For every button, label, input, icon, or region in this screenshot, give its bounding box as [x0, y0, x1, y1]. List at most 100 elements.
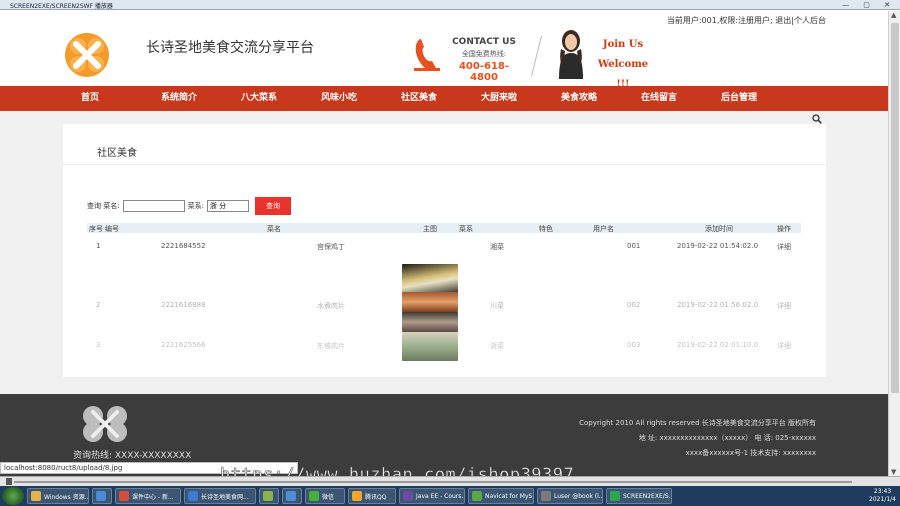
taskbar-item[interactable]: Windows 资源...	[27, 488, 89, 504]
col-user: 用户名	[593, 225, 614, 233]
row-time: 2019-02-22 01:56:02.0	[677, 301, 759, 309]
query-name-label: 查询 菜名:	[87, 202, 120, 210]
taskbar-item[interactable]: 课件中心 - 新...	[115, 488, 181, 504]
nav-messages[interactable]: 在线留言	[622, 86, 702, 111]
taskbar-app-icon	[119, 491, 129, 501]
taskbar-app-icon	[352, 491, 362, 501]
taskbar-app-icon	[286, 491, 296, 501]
taskbar-item[interactable]: 微信	[305, 488, 345, 504]
row-user: 003	[627, 341, 641, 349]
taskbar-item[interactable]: 长诗圣地美食网...	[184, 488, 256, 504]
taskbar-app-icon	[541, 491, 551, 501]
taskbar-item[interactable]	[92, 488, 112, 504]
clock-time: 23:43	[873, 488, 892, 495]
col-time: 添加时间	[705, 225, 733, 233]
seek-knob[interactable]	[6, 478, 12, 485]
hotline-number: 400-618-4800	[458, 61, 510, 83]
col-image: 主图	[423, 225, 437, 233]
nav-snacks[interactable]: 风味小吃	[302, 86, 382, 111]
row-time: 2019-02-22 02:01:10.0	[677, 341, 759, 349]
row-cuisine: 浙菜	[490, 342, 504, 350]
row-idx: 1	[96, 242, 101, 250]
footer-phone: 资询热线: XXXX-XXXXXXXX	[73, 451, 192, 461]
nav-community[interactable]: 社区美食	[382, 86, 462, 111]
col-op: 操作	[777, 225, 791, 233]
row-name: 宫保鸡丁	[317, 243, 345, 251]
query-button[interactable]: 查询	[254, 197, 291, 215]
taskbar-app-icon	[610, 491, 620, 501]
vertical-scrollbar[interactable]: ▲ ▼	[888, 11, 900, 476]
panel-title: 社区美食	[97, 148, 137, 159]
contact-block: CONTACT US 全国免费热线: 400-618-4800	[448, 37, 520, 83]
nav-home[interactable]: 首页	[62, 86, 142, 111]
row-code: 2221616888	[161, 301, 206, 309]
scroll-up-icon[interactable]: ▲	[891, 11, 896, 19]
row-detail-link[interactable]: 详细	[777, 242, 791, 252]
taskbar-item[interactable]: 腾讯QQ	[348, 488, 396, 504]
scroll-thumb[interactable]	[891, 23, 899, 393]
site-header: 当前用户:001,权限:注册用户; 退出|个人后台 长诗圣地美食交流分享平台 C…	[0, 11, 888, 90]
dish-image[interactable]	[402, 292, 458, 312]
site-title: 长诗圣地美食交流分享平台	[146, 40, 314, 56]
nav-admin[interactable]: 后台管理	[702, 86, 782, 111]
taskbar-item[interactable]: Java EE - Cours...	[399, 488, 465, 504]
taskbar-item[interactable]	[259, 488, 279, 504]
col-cuisine: 菜系	[459, 225, 473, 233]
row-cuisine: 川菜	[490, 302, 504, 310]
col-feature: 特色	[539, 225, 553, 233]
scroll-down-icon[interactable]: ▼	[891, 468, 896, 476]
taskbar-item-label: 课件中心 - 新...	[132, 493, 174, 501]
taskbar-item-label: 微信	[322, 493, 335, 501]
nav-guides[interactable]: 美食攻略	[542, 86, 622, 111]
dish-image[interactable]	[402, 234, 458, 264]
taskbar-app-icon	[188, 491, 198, 501]
col-name: 菜名	[267, 225, 281, 233]
nav-chefs[interactable]: 大厨来啦	[462, 86, 542, 111]
row-user: 001	[627, 242, 641, 250]
taskbar-app-icon	[472, 491, 482, 501]
footer-info: Copyright 2010 All rights reserved 长诗圣地美…	[579, 416, 816, 461]
footer-address: 地 址: xxxxxxxxxxxxxx（xxxxx） 电 话: 025-xxxx…	[638, 434, 816, 442]
taskbar-item[interactable]	[282, 488, 302, 504]
main-nav: 首页 系统简介 八大菜系 风味小吃 社区美食 大厨来啦 美食攻略 在线留言 后台…	[0, 86, 888, 111]
window-titlebar: SCREEN2EXE/SCREEN2SWF 播放器 — ▢ ✕	[0, 0, 900, 10]
taskbar-item[interactable]: Luser @book (l...	[537, 488, 603, 504]
taskbar-item-label: 腾讯QQ	[365, 493, 387, 501]
phone-icon	[414, 39, 440, 71]
dish-name-input[interactable]	[122, 200, 185, 212]
row-time: 2019-02-22 01:54:02.0	[677, 242, 759, 250]
dish-image[interactable]	[402, 312, 458, 332]
nav-intro[interactable]: 系统简介	[142, 86, 222, 111]
row-idx: 2	[96, 301, 101, 309]
search-icon[interactable]	[812, 114, 822, 124]
dish-image[interactable]	[402, 264, 458, 294]
clock-date: 2021/1/4	[869, 496, 896, 503]
window-controls[interactable]: — ▢ ✕	[842, 1, 896, 9]
cuisine-input[interactable]	[206, 200, 249, 212]
taskbar-app-icon	[263, 491, 273, 501]
dish-image[interactable]	[402, 332, 458, 361]
row-detail-link[interactable]: 详细	[777, 301, 791, 311]
taskbar-item-label: Java EE - Cours...	[416, 492, 465, 500]
row-name: 东坡肉片	[317, 342, 345, 350]
taskbar-item[interactable]: SCREEN2EXE/S...	[606, 488, 672, 504]
footer-icp: xxxx备xxxxxx号-1 技术支持: xxxxxxxx	[685, 449, 816, 457]
row-detail-link[interactable]: 详细	[777, 341, 791, 351]
query-form: 查询 菜名: 菜系: 查询	[87, 197, 291, 215]
windows-taskbar: Windows 资源... 课件中心 - 新... 长诗圣地美食网... 微信 腾讯QQ…	[0, 486, 900, 506]
row-code: 2221625566	[161, 341, 206, 349]
taskbar-item[interactable]: Navicat for MyS...	[468, 488, 534, 504]
taskbar-app-icon	[309, 491, 319, 501]
service-girl-image	[559, 30, 583, 79]
taskbar-item-label: SCREEN2EXE/S...	[623, 492, 672, 500]
start-button-icon[interactable]	[2, 487, 24, 505]
system-clock[interactable]: 23:43 2021/1/4	[869, 488, 896, 504]
player-seekbar[interactable]	[0, 476, 900, 486]
user-info-links[interactable]: 当前用户:001,权限:注册用户; 退出|个人后台	[667, 15, 826, 26]
panel-divider	[63, 164, 826, 165]
col-idx: 序号	[89, 225, 103, 233]
nav-cuisines[interactable]: 八大菜系	[222, 86, 302, 111]
seek-track[interactable]	[14, 481, 852, 483]
taskbar-app-icon	[403, 491, 413, 501]
row-user: 002	[627, 301, 641, 309]
